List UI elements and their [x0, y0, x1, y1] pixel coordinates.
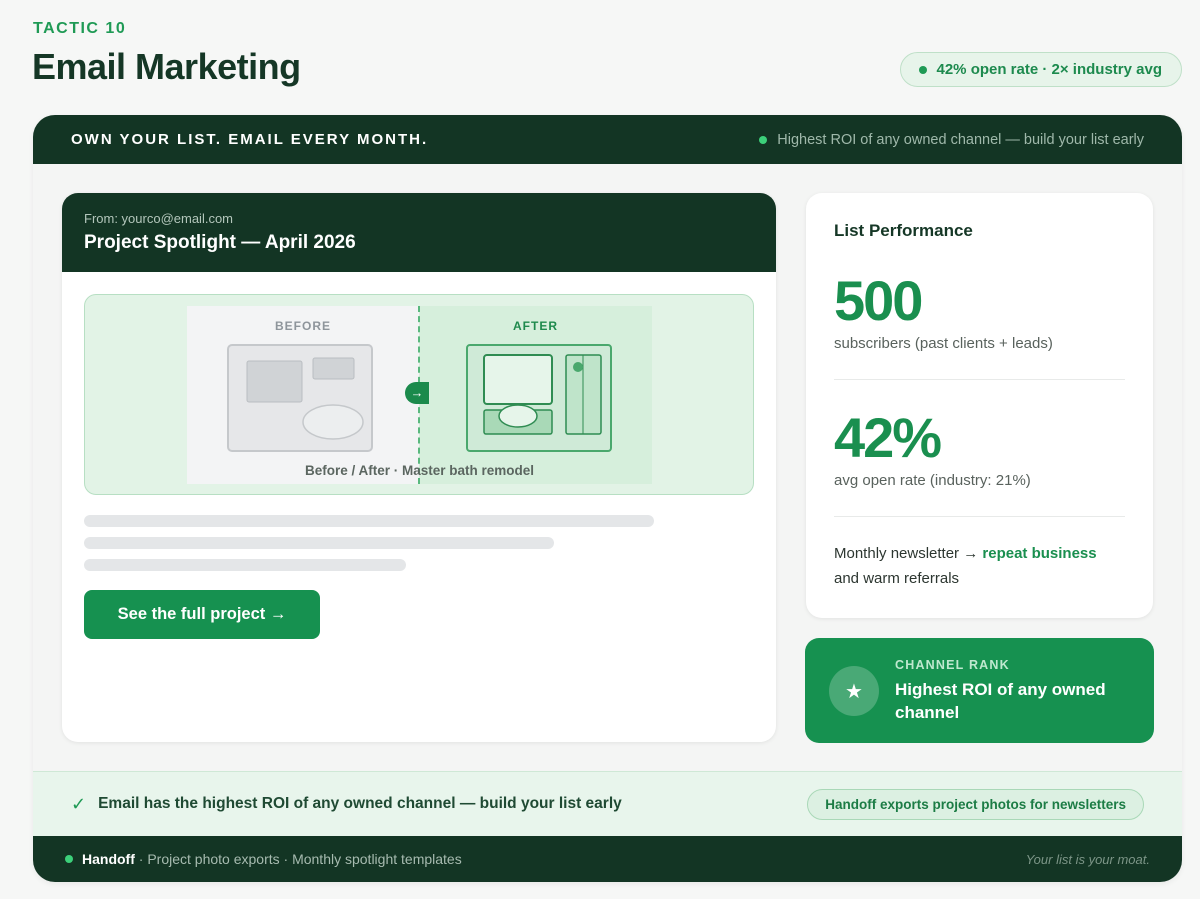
banner-note-text: Highest ROI of any owned channel — build… — [777, 131, 1144, 148]
before-after-hero: BEFORE AFTER → Before / After · Master b… — [84, 294, 754, 495]
star-icon: ★ — [829, 666, 879, 716]
list-performance-card: List Performance 500 subscribers (past c… — [806, 193, 1153, 618]
channel-rank-text: Highest ROI of any owned channel — [895, 680, 1106, 722]
checkmark-icon: ✓ — [71, 793, 87, 814]
banner-headline: OWN YOUR LIST. EMAIL EVERY MONTH. — [71, 131, 429, 148]
footer-features: Handoff · Project photo exports · Monthl… — [65, 851, 462, 867]
open-rate-value: 42% — [834, 406, 942, 469]
text-placeholder-line — [84, 559, 406, 571]
open-rate-badge: 42% open rate · 2× industry avg — [899, 52, 1182, 87]
after-panel: AFTER — [419, 306, 652, 484]
newsletter-note-highlight: repeat business — [982, 545, 1097, 562]
channel-rank-card: ★ CHANNEL RANK Highest ROI of any owned … — [805, 638, 1154, 743]
key-message-strip: ✓ Email has the highest ROI of any owned… — [33, 771, 1182, 836]
page-title: Email Marketing — [32, 46, 301, 87]
divider — [834, 379, 1125, 380]
email-preview: From: yourco@email.com Project Spotlight… — [62, 193, 776, 742]
open-rate-badge-label: 42% open rate · 2× industry avg — [936, 61, 1163, 78]
comparison-slider-handle[interactable]: → — [405, 382, 429, 404]
see-full-project-button[interactable]: See the full project → — [84, 590, 320, 639]
email-subject: Project Spotlight — April 2026 — [84, 232, 356, 253]
newsletter-note: Monthly newsletter → repeat business and… — [834, 541, 1134, 591]
subscribers-label: subscribers (past clients + leads) — [834, 335, 1053, 352]
before-panel: BEFORE — [187, 306, 419, 484]
status-dot-icon — [759, 135, 768, 144]
before-bathroom-illustration — [227, 344, 373, 452]
open-rate-label: avg open rate (industry: 21%) — [834, 472, 1031, 489]
status-dot-icon — [65, 855, 73, 863]
channel-rank-label: CHANNEL RANK — [895, 658, 1010, 672]
subscribers-value: 500 — [834, 269, 923, 332]
tactic-card: OWN YOUR LIST. EMAIL EVERY MONTH. Highes… — [33, 115, 1182, 882]
before-after-comparison: BEFORE AFTER → Before / After · Master b… — [187, 306, 652, 484]
list-performance-title: List Performance — [834, 221, 973, 240]
email-from: From: yourco@email.com — [84, 211, 234, 226]
card-footer: Handoff · Project photo exports · Monthl… — [33, 836, 1182, 882]
card-banner: OWN YOUR LIST. EMAIL EVERY MONTH. Highes… — [33, 115, 1182, 164]
footer-brand: Handoff — [82, 851, 135, 867]
text-placeholder-line — [84, 537, 554, 549]
tactic-eyebrow: TACTIC 10 — [33, 20, 127, 37]
newsletter-note-prefix: Monthly newsletter → — [834, 545, 983, 562]
email-header: From: yourco@email.com Project Spotlight… — [62, 193, 776, 272]
key-message-text: Email has the highest ROI of any owned c… — [98, 795, 622, 812]
key-message: ✓ Email has the highest ROI of any owned… — [71, 794, 622, 815]
footer-features-text: · Project photo exports · Monthly spotli… — [138, 851, 462, 867]
footer-tagline: Your list is your moat. — [1025, 851, 1150, 867]
divider — [834, 516, 1125, 517]
newsletter-note-suffix: and warm referrals — [834, 570, 960, 587]
status-dot-icon — [918, 65, 927, 74]
text-placeholder-line — [84, 515, 654, 527]
banner-note: Highest ROI of any owned channel — build… — [759, 132, 1144, 148]
after-bathroom-illustration — [466, 344, 612, 452]
hero-caption: Before / After · Master bath remodel — [304, 463, 535, 478]
handoff-exports-badge: Handoff exports project photos for newsl… — [807, 788, 1144, 820]
